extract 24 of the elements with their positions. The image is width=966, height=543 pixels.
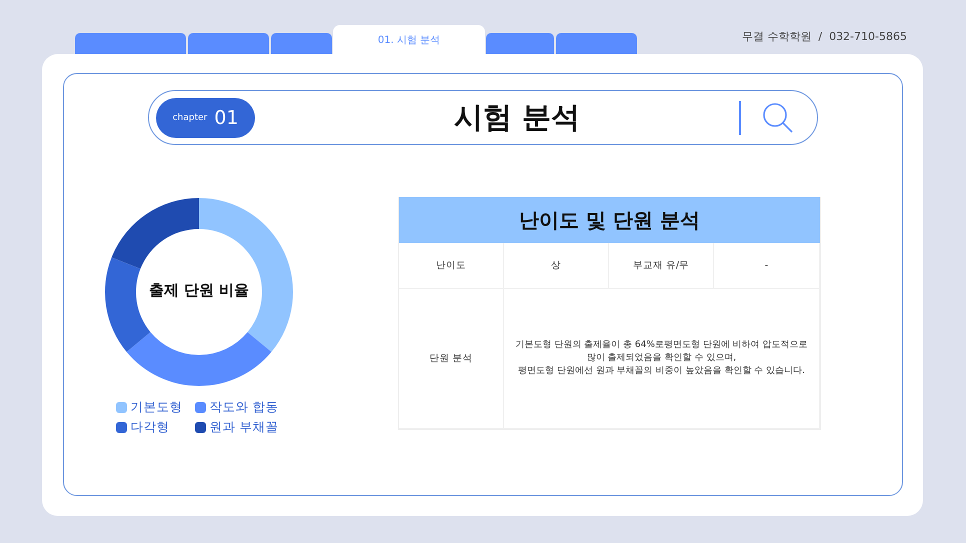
chapter-number: 01 xyxy=(214,106,238,128)
tab[interactable] xyxy=(188,33,269,54)
legend-label: 작도와 합동 xyxy=(210,399,278,416)
tab[interactable] xyxy=(556,33,637,54)
chart-center-label: 출제 단원 비율 xyxy=(148,281,250,300)
tab[interactable] xyxy=(486,33,554,54)
text-cursor xyxy=(739,100,741,134)
table-cell: 난이도 xyxy=(399,243,504,289)
chapter-label: chapter xyxy=(172,112,208,122)
tab[interactable] xyxy=(75,33,186,54)
table-cell: 부교재 유/무 xyxy=(609,243,714,289)
table-title: 난이도 및 단원 분석 xyxy=(399,197,820,243)
legend-label: 다각형 xyxy=(130,419,170,436)
page-title: 시험 분석 xyxy=(452,98,582,136)
legend-label: 기본도형 xyxy=(130,399,182,416)
legend-label: 원과 부채꼴 xyxy=(210,419,278,436)
table-cell: 상 xyxy=(504,243,609,289)
table-cell: 단원 분석 xyxy=(399,289,504,429)
tab[interactable] xyxy=(271,33,332,54)
tab[interactable]: 01. 시험 분석 xyxy=(333,25,485,54)
contact-info: 무결 수학학원 / 032-710-5865 xyxy=(742,29,907,44)
search-icon[interactable] xyxy=(763,102,793,132)
table-cell: 기본도형 단원의 출제율이 총 64%로평면도형 단원에 비하여 압도적으로 많이 출제되었음을 확인할 수 있으며, 평면도형 단원에선 원과 부채꼴의 비중이 높았음을 확인할 수 있습니다. xyxy=(504,289,820,429)
table-cell: - xyxy=(714,243,820,289)
